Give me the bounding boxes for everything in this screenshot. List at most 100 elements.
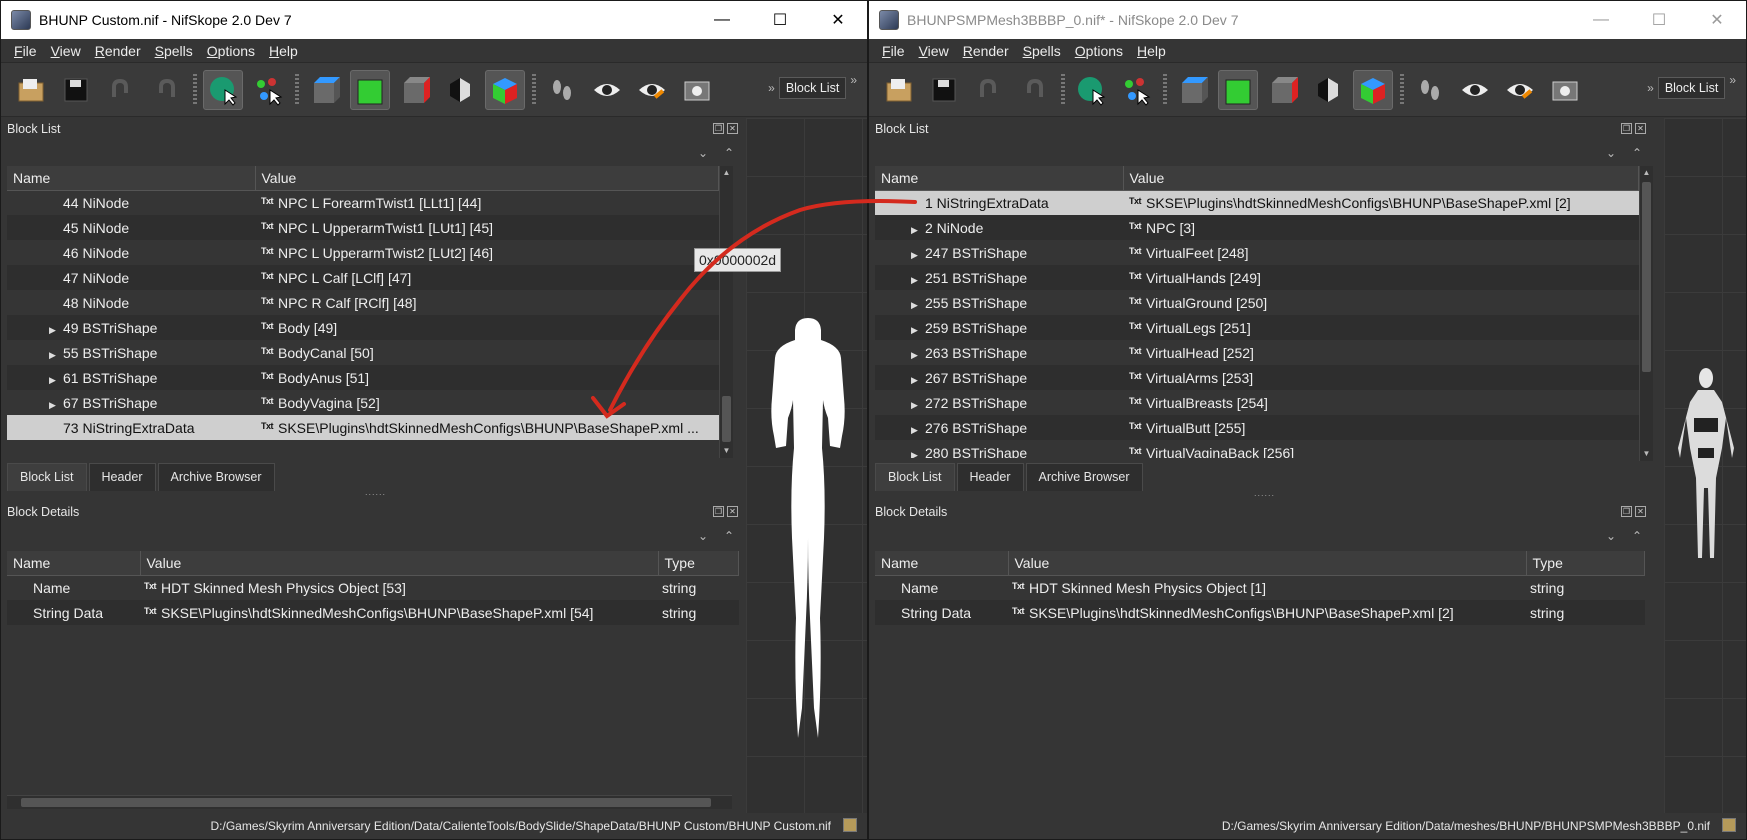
title-bar[interactable]: BHUNP Custom.nif - NifSkope 2.0 Dev 7 — …	[1, 1, 867, 39]
field-value[interactable]: HDT Skinned Mesh Physics Object [53]	[161, 580, 406, 596]
expand-arrow-icon[interactable]: ▶	[911, 450, 925, 459]
details-horizontal-scrollbar[interactable]	[7, 795, 732, 809]
table-row[interactable]: 44 NiNode Txt NPC L ForearmTwist1 [LLt1] […	[7, 190, 719, 215]
table-row[interactable]: Name Txt HDT Skinned Mesh Physics Object […	[875, 575, 1645, 600]
scroll-up-arrow[interactable]: ▲	[1640, 166, 1653, 180]
view-perspective-icon[interactable]	[1353, 69, 1393, 110]
tab-block-list[interactable]: Block List	[7, 463, 87, 491]
table-row[interactable]: 46 NiNode Txt NPC L UpperarmTwist2 [LUt2] …	[7, 240, 719, 265]
float-dock-icon[interactable]: ❐	[713, 506, 724, 517]
menu-help[interactable]: Help	[1130, 43, 1173, 59]
tab-archive-browser[interactable]: Archive Browser	[1025, 463, 1143, 491]
field-value[interactable]: HDT Skinned Mesh Physics Object [1]	[1029, 580, 1266, 596]
scroll-thumb[interactable]	[1642, 182, 1651, 372]
view-flip-icon[interactable]	[440, 70, 480, 110]
expand-arrow-icon[interactable]: ▶	[911, 250, 925, 261]
table-row[interactable]: ▶ 267 BSTriShape Txt VirtualArms [253]	[875, 365, 1639, 390]
block-list-scrollbar[interactable]: ▲ ▼	[719, 166, 733, 458]
scroll-thumb[interactable]	[21, 798, 711, 807]
scroll-thumb[interactable]	[722, 396, 731, 442]
table-row[interactable]: ▶ 276 BSTriShape Txt VirtualButt [255]	[875, 415, 1639, 440]
close-dock-icon[interactable]: ✕	[1635, 123, 1646, 134]
column-header-name[interactable]: Name	[875, 166, 1124, 191]
column-header-type[interactable]: Type	[1526, 551, 1645, 576]
collapse-up-icon[interactable]: ⌃	[1632, 529, 1642, 543]
maximize-button[interactable]: ☐	[751, 1, 809, 39]
screenshot-icon[interactable]	[677, 70, 717, 110]
show-hidden-icon[interactable]	[1455, 70, 1495, 110]
view-side-icon[interactable]	[1263, 70, 1303, 110]
block-list-toggle-button[interactable]: Block List	[778, 77, 847, 99]
collapse-down-icon[interactable]: ⌄	[698, 529, 708, 543]
menu-view[interactable]: View	[912, 43, 956, 59]
menu-spells[interactable]: Spells	[1016, 43, 1068, 59]
expand-arrow-icon[interactable]: ▶	[911, 225, 925, 236]
menu-help[interactable]: Help	[262, 43, 305, 59]
expand-arrow-icon[interactable]: ▶	[49, 325, 63, 336]
scroll-down-arrow[interactable]: ▼	[720, 444, 733, 458]
column-header-name[interactable]: Name	[875, 551, 1009, 576]
toolbar-overflow-icon[interactable]: »	[1729, 73, 1736, 87]
collapse-up-icon[interactable]: ⌃	[724, 146, 734, 160]
toolbar-overflow-icon[interactable]: »	[1647, 81, 1654, 95]
column-header-value[interactable]: Value	[255, 166, 719, 191]
title-bar[interactable]: BHUNPSMPMesh3BBBP_0.nif* - NifSkope 2.0 …	[869, 1, 1746, 39]
expand-arrow-icon[interactable]: ▶	[49, 375, 63, 386]
details-tree[interactable]: Name Value Type Name Txt HDT Skinned Mesh …	[7, 551, 739, 625]
view-top-icon[interactable]	[1173, 70, 1213, 110]
render-viewport[interactable]	[746, 118, 867, 814]
tab-header[interactable]: Header	[956, 463, 1024, 491]
details-tree[interactable]: Name Value Type Name Txt HDT Skinned Mesh …	[875, 551, 1645, 625]
field-value[interactable]: SKSE\Plugins\hdtSkinnedMeshConfigs\BHUNP…	[161, 605, 593, 621]
maximize-button[interactable]: ☐	[1630, 1, 1688, 39]
table-row[interactable]: ▶ 247 BSTriShape Txt VirtualFeet [248]	[875, 240, 1639, 265]
expand-arrow-icon[interactable]: ▶	[911, 400, 925, 411]
column-header-type[interactable]: Type	[658, 551, 739, 576]
file-save-icon[interactable]	[843, 818, 857, 832]
open-file-icon[interactable]	[879, 70, 919, 110]
view-flip-icon[interactable]	[1308, 70, 1348, 110]
undo-icon[interactable]	[969, 70, 1009, 110]
table-row[interactable]: ▶ 259 BSTriShape Txt VirtualLegs [251]	[875, 315, 1639, 340]
close-dock-icon[interactable]: ✕	[1635, 506, 1646, 517]
file-save-icon[interactable]	[1722, 818, 1736, 832]
table-row[interactable]: ▶ 255 BSTriShape Txt VirtualGround [250]	[875, 290, 1639, 315]
collapse-down-icon[interactable]: ⌄	[1606, 146, 1616, 160]
menu-file[interactable]: File	[7, 43, 44, 59]
tab-block-list[interactable]: Block List	[875, 463, 955, 491]
table-row[interactable]: 47 NiNode Txt NPC L Calf [LClf] [47]	[7, 265, 719, 290]
table-row[interactable]: ▶ 61 BSTriShape Txt BodyAnus [51]	[7, 365, 719, 390]
table-row[interactable]: 1 NiStringExtraData Txt SKSE\Plugins\hdtSk…	[875, 190, 1639, 215]
expand-arrow-icon[interactable]: ▶	[911, 325, 925, 336]
column-header-value[interactable]: Value	[1123, 166, 1639, 191]
select-vertex-icon[interactable]	[248, 70, 288, 110]
redo-icon[interactable]	[146, 70, 186, 110]
menu-options[interactable]: Options	[1068, 43, 1130, 59]
table-row[interactable]: 45 NiNode Txt NPC L UpperarmTwist1 [LUt1] …	[7, 215, 719, 240]
close-button[interactable]: ✕	[1688, 1, 1746, 39]
column-header-value[interactable]: Value	[1008, 551, 1527, 576]
close-dock-icon[interactable]: ✕	[727, 506, 738, 517]
expand-arrow-icon[interactable]: ▶	[911, 300, 925, 311]
block-tree[interactable]: Name Value 44 NiNode Txt NPC L ForearmTwist…	[7, 166, 719, 456]
table-row[interactable]: ▶ 67 BSTriShape Txt BodyVagina [52]	[7, 390, 719, 415]
float-dock-icon[interactable]: ❐	[1621, 123, 1632, 134]
collapse-down-icon[interactable]: ⌄	[698, 146, 708, 160]
show-hidden-edit-icon[interactable]	[632, 70, 672, 110]
screenshot-icon[interactable]	[1545, 70, 1585, 110]
tab-header[interactable]: Header	[88, 463, 156, 491]
expand-arrow-icon[interactable]: ▶	[911, 375, 925, 386]
block-list-toggle-button[interactable]: Block List	[1657, 77, 1726, 99]
view-front-icon[interactable]	[350, 69, 390, 110]
table-row[interactable]: String Data Txt SKSE\Plugins\hdtSkinnedMes…	[875, 600, 1645, 625]
toolbar-overflow-icon[interactable]: »	[850, 73, 857, 87]
table-row[interactable]: 48 NiNode Txt NPC R Calf [RClf] [48]	[7, 290, 719, 315]
render-viewport[interactable]	[1664, 118, 1746, 814]
float-dock-icon[interactable]: ❐	[713, 123, 724, 134]
column-header-name[interactable]: Name	[7, 551, 141, 576]
save-icon[interactable]	[56, 70, 96, 110]
save-icon[interactable]	[924, 70, 964, 110]
show-hidden-icon[interactable]	[587, 70, 627, 110]
expand-arrow-icon[interactable]: ▶	[911, 425, 925, 436]
scroll-down-arrow[interactable]: ▼	[1640, 447, 1653, 461]
